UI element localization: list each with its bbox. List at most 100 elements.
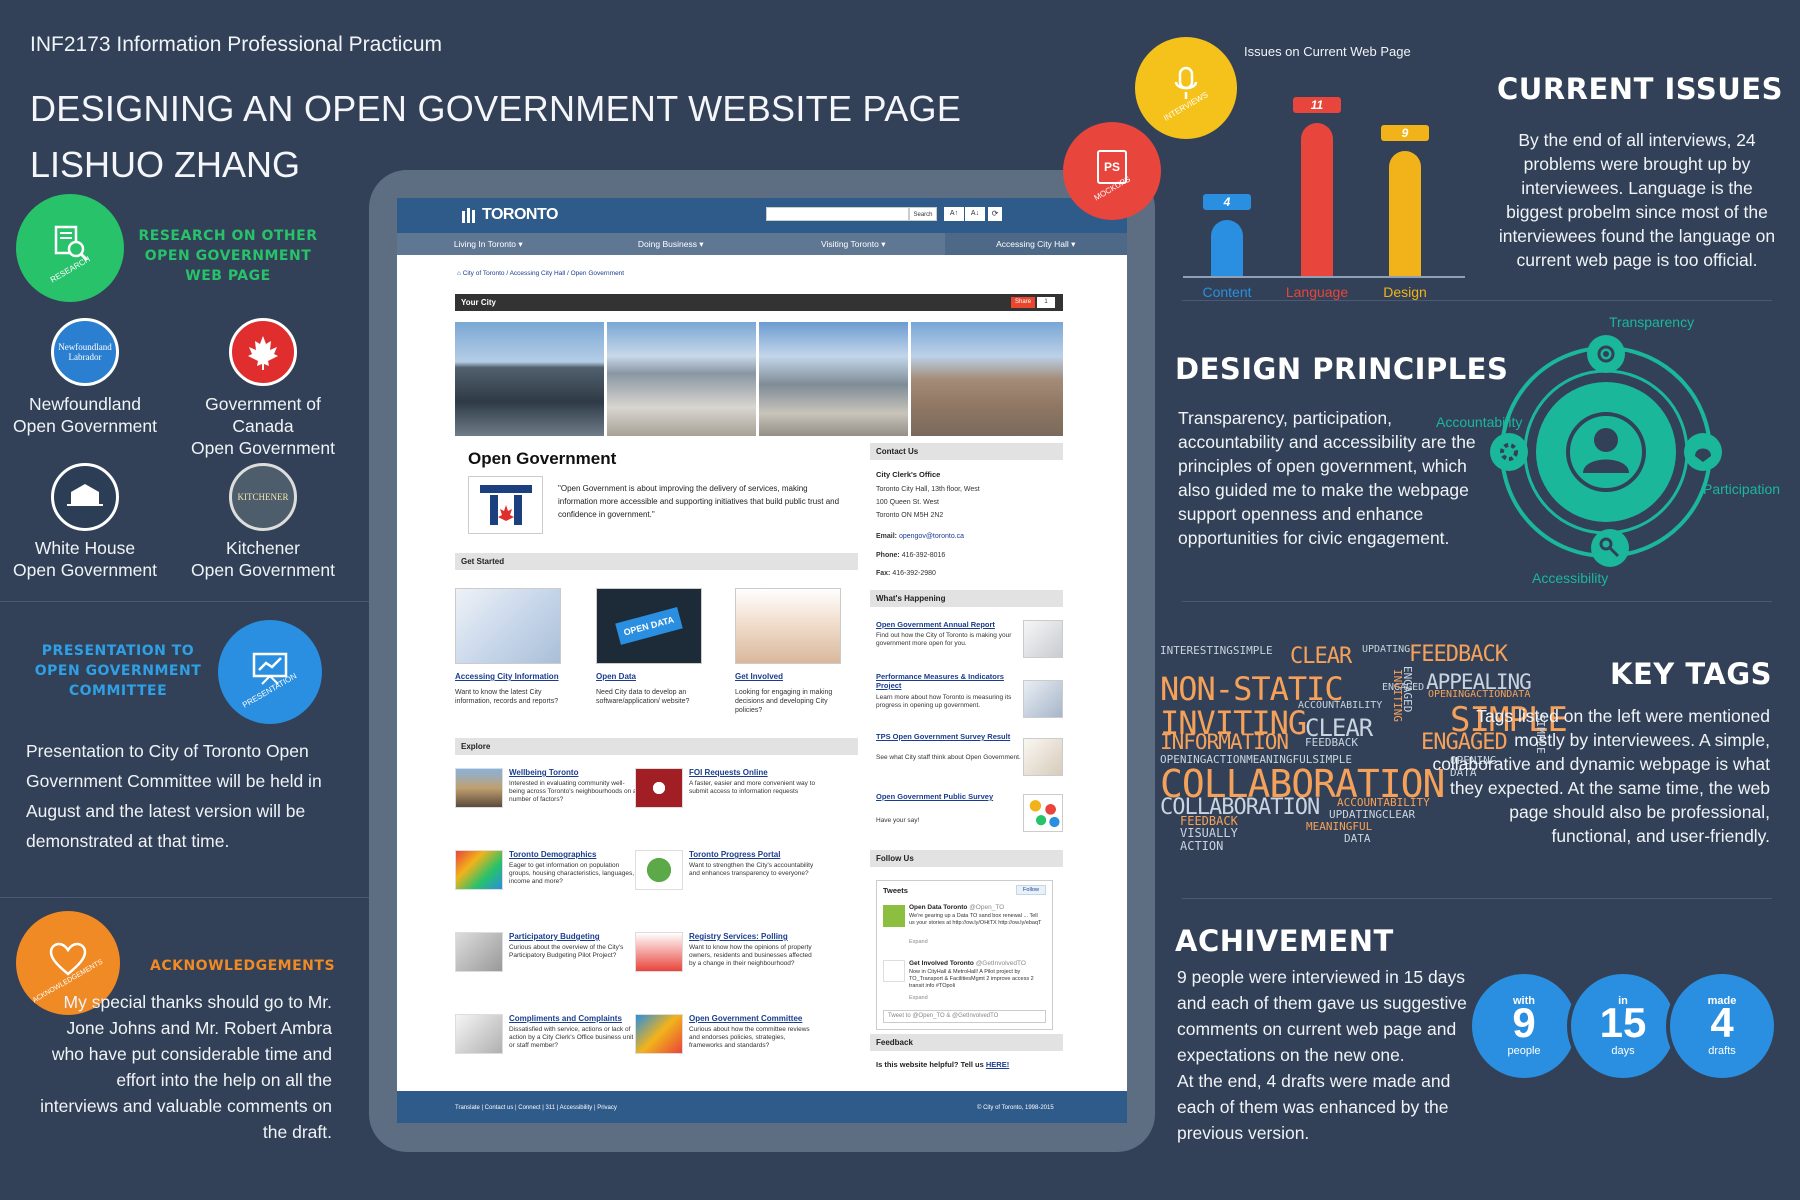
tweet-author-1[interactable]: Open Data Toronto @Open_TO: [909, 904, 1004, 911]
issues-chart: 4 Content 11 Language 9 Design: [1183, 70, 1465, 300]
happen-link-2[interactable]: Performance Measures & Indicators Projec…: [876, 672, 1021, 690]
tweet-compose-box[interactable]: Tweet to @Open_TO & @GetInvolvedTO: [883, 1010, 1046, 1023]
gs-keyboard-img[interactable]: [455, 588, 561, 664]
explore-thumb[interactable]: [635, 932, 683, 972]
principles-diagram: [1490, 335, 1722, 567]
tweet-avatar-1: [883, 905, 905, 927]
research-title: RESEARCH ON OTHER OPEN GOVERNMENT WEB PA…: [138, 228, 318, 284]
stat-days-bot: days: [1611, 1045, 1635, 1057]
toronto-logo-text: TORONTO: [482, 206, 558, 223]
tag-word: FEEDBACK: [1305, 736, 1358, 749]
twitter-follow-button[interactable]: Follow: [1016, 885, 1046, 895]
maple-leaf-icon: [248, 336, 278, 370]
canada-label-line2: Open Government: [191, 438, 335, 458]
explore-thumb[interactable]: [455, 850, 503, 890]
bar-category-label: Design: [1383, 284, 1427, 300]
explore-link[interactable]: Toronto Progress Portal: [689, 850, 839, 859]
tweet-expand-1[interactable]: Expand: [909, 938, 928, 947]
toronto-logo[interactable]: TORONTO: [461, 206, 558, 224]
tweet-author-2[interactable]: Get Involved Toronto @GetInvolvedTO: [909, 960, 1026, 967]
gs-desc-2: Need City data to develop an software/ap…: [596, 689, 690, 705]
bar-value-label: 4: [1203, 194, 1251, 211]
explore-desc: A faster, easier and more convenient way…: [689, 780, 816, 795]
nav-visiting[interactable]: Visiting Toronto ▾: [762, 233, 945, 255]
explore-thumb[interactable]: [635, 1014, 683, 1054]
tag-word: ACTION: [1180, 839, 1224, 853]
happen-link-4[interactable]: Open Government Public Survey: [876, 792, 1021, 801]
stat-drafts-bot: drafts: [1708, 1045, 1736, 1057]
canada-label-line1: Government of Canada: [205, 394, 321, 436]
research-badge: RESEARCH: [22, 200, 118, 296]
happen-desc-4: Have your say!: [876, 817, 920, 824]
bar-category-label: Language: [1285, 284, 1349, 300]
happen-link-3[interactable]: TPS Open Government Survey Result: [876, 732, 1021, 741]
tweets-title: Tweets: [883, 886, 908, 895]
footer-links[interactable]: Translate | Contact us | Connect | 311 |…: [455, 1105, 617, 1111]
site-search-button[interactable]: Search: [909, 207, 937, 221]
explore-desc: Interested in evaluating community well-…: [509, 780, 637, 803]
gs-link-3[interactable]: Get Involved: [735, 672, 783, 681]
nav-accessing[interactable]: Accessing City Hall ▾: [944, 233, 1127, 255]
newfoundland-logo[interactable]: Newfoundland Labrador: [51, 318, 119, 386]
email-link[interactable]: opengov@toronto.ca: [899, 533, 964, 540]
feedback-header: Feedback: [870, 1034, 1063, 1051]
site-nav: Living In Toronto ▾ Doing Business ▾ Vis…: [397, 233, 1127, 255]
explore-thumb[interactable]: [635, 850, 683, 890]
kitchener-label-line2: Open Government: [191, 560, 335, 580]
follow-header: Follow Us: [870, 850, 1063, 867]
whitehouse-label-line1: White House: [34, 538, 136, 558]
explore-thumb[interactable]: [455, 768, 503, 808]
tweet-expand-2[interactable]: Expand: [909, 994, 928, 1003]
chart-baseline: [1183, 276, 1465, 278]
stat-people-num: 9: [1512, 999, 1536, 1046]
kitchener-logo[interactable]: KITCHENER: [229, 463, 297, 531]
bar-language: [1301, 123, 1333, 276]
nav-living[interactable]: Living In Toronto ▾: [397, 233, 580, 255]
phone-label: Phone:: [876, 552, 900, 559]
whitehouse-label: White House Open Government: [0, 537, 175, 581]
refresh-button[interactable]: ⟳: [988, 207, 1002, 221]
explore-desc: Want to strengthen the City's accountabi…: [689, 862, 814, 877]
contact-addr1: Toronto City Hall, 13th floor, West: [876, 486, 980, 493]
gs-link-2[interactable]: Open Data: [596, 672, 636, 681]
tag-word: INFORMATION: [1160, 730, 1289, 754]
principles-title: DESIGN PRINCIPLES: [1175, 352, 1509, 386]
bar-design: [1389, 150, 1421, 276]
kitchener-label-line1: Kitchener: [226, 538, 300, 558]
page-title: DESIGNING AN OPEN GOVERNMENT WEBSITE PAG…: [30, 88, 962, 129]
breadcrumb[interactable]: ⌂ City of Toronto / Accessing City Hall …: [457, 270, 624, 277]
gs-link-1[interactable]: Accessing City Information: [455, 672, 559, 681]
site-page-title: Open Government: [468, 449, 617, 468]
font-increase-button[interactable]: A↑: [944, 207, 964, 221]
explore-thumb[interactable]: [455, 932, 503, 972]
label-accessibility: Accessibility: [1532, 570, 1609, 586]
canada-logo[interactable]: [229, 318, 297, 386]
explore-link[interactable]: Open Government Committee: [689, 1014, 839, 1023]
explore-link[interactable]: FOI Requests Online: [689, 768, 839, 777]
whitehouse-logo[interactable]: [51, 463, 119, 531]
explore-desc: Want to know how the opinions of propert…: [689, 944, 812, 967]
cityhall-icon: [462, 208, 475, 223]
label-accountability: Accountability: [1436, 414, 1523, 430]
share-button[interactable]: Share: [1011, 297, 1035, 308]
newfoundland-label-line2: Open Government: [13, 416, 157, 436]
gs-desc-3: Looking for engaging in making decisions…: [735, 689, 833, 714]
feedback-link[interactable]: HERE!: [986, 1060, 1009, 1069]
presentation-badge: PRESENTATION: [224, 626, 316, 718]
explore-header: Explore: [455, 738, 858, 755]
explore-thumb[interactable]: [635, 768, 683, 808]
divider: [1182, 300, 1772, 301]
bar-value-label: 9: [1381, 124, 1429, 141]
site-search-input[interactable]: [766, 207, 909, 221]
happen-link-1[interactable]: Open Government Annual Report: [876, 620, 1021, 629]
gs-hands-img[interactable]: [735, 588, 841, 664]
bar-content: [1211, 220, 1243, 276]
gs-opendata-img[interactable]: OPEN DATA: [596, 588, 702, 664]
nav-business[interactable]: Doing Business ▾: [580, 233, 763, 255]
tag-word: OPENINGACTIONDATA: [1428, 689, 1531, 700]
explore-thumb[interactable]: [455, 1014, 503, 1054]
font-decrease-button[interactable]: A↓: [965, 207, 985, 221]
explore-link[interactable]: Registry Services: Polling: [689, 932, 839, 941]
presentation-title: PRESENTATION TO OPEN GOVERNMENT COMMITTE…: [34, 643, 202, 699]
contact-addr2: 100 Queen St. West: [876, 499, 939, 506]
